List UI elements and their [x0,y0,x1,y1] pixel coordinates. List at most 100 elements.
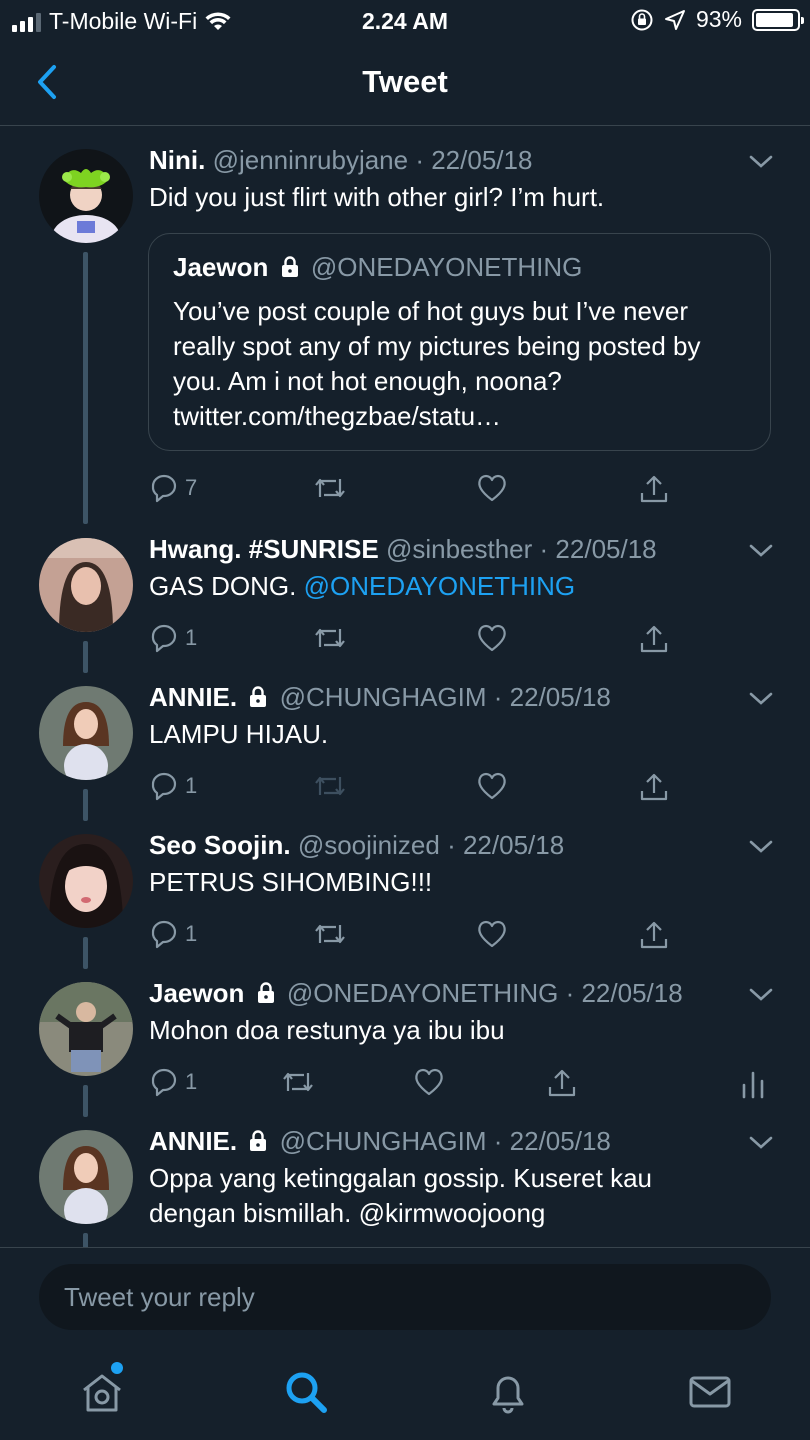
reply-button[interactable]: 7 [149,473,197,503]
quoted-tweet[interactable]: Jaewon @ONEDAYONETHING You’ve post coupl… [148,233,771,451]
chevron-down-icon[interactable] [748,154,774,170]
handle[interactable]: @CHUNGHAGIM [280,682,487,712]
reply-input[interactable] [39,1264,771,1330]
like-button[interactable] [413,1067,445,1097]
tweet-text: GAS DONG. @ONEDAYONETHING [149,569,770,604]
reply-count: 1 [185,625,198,650]
share-button[interactable] [546,1067,578,1099]
reply-button[interactable]: 1 [149,771,197,801]
display-name[interactable]: Nini. [149,145,205,175]
mail-icon [689,1376,731,1408]
handle[interactable]: @sinbesther [386,534,532,564]
thread-line [83,252,88,524]
reply-button[interactable]: 1 [149,919,197,949]
tab-home[interactable] [78,1362,126,1416]
chevron-down-icon[interactable] [748,1135,774,1151]
heart-icon [478,474,506,502]
tweet-item[interactable]: ANNIE. @CHUNGHAGIM · 22/05/18 Oppa yang … [0,1119,810,1247]
avatar[interactable] [39,982,133,1076]
avatar[interactable] [39,1130,133,1224]
battery-icon [752,8,804,31]
reply-bar [0,1247,810,1344]
reply-icon [151,624,177,653]
tweet-header: Seo Soojin. @soojinized · 22/05/18 [149,830,740,861]
reply-count: 1 [185,1069,198,1094]
tweet-item[interactable]: Hwang. #SUNRISE @sinbesther · 22/05/18 G… [0,527,810,675]
avatar[interactable] [39,686,133,780]
tweet-actions: 7 [149,473,769,509]
tweet-text: Mohon doa restunya ya ibu ibu [149,1015,505,1045]
display-name[interactable]: ANNIE. [149,1126,237,1156]
handle[interactable]: @ONEDAYONETHING [287,978,559,1008]
tweet-item[interactable]: Nini. @jenninrubyjane · 22/05/18 Did you… [0,127,810,527]
tab-notifications[interactable] [484,1368,532,1416]
share-icon [640,773,668,801]
status-bar: T-Mobile Wi-Fi 2.24 AM 93% [0,0,810,40]
tweet-thread[interactable]: Nini. @jenninrubyjane · 22/05/18 Did you… [0,127,810,1247]
tweet-header: Nini. @jenninrubyjane · 22/05/18 [149,145,740,176]
avatar[interactable] [39,538,133,632]
tweet-item[interactable]: Jaewon @ONEDAYONETHING · 22/05/18 Mohon … [0,971,810,1119]
retweet-button[interactable] [312,623,348,653]
search-icon [286,1372,327,1413]
analytics-button[interactable] [741,1067,765,1099]
retweet-button[interactable] [280,1067,316,1097]
reply-icon [151,474,177,503]
like-button[interactable] [476,771,508,801]
retweet-button[interactable] [312,473,348,503]
rotation-lock-icon [631,9,653,30]
like-button[interactable] [476,473,508,503]
lock-icon [250,686,267,707]
retweet-icon [315,478,345,498]
tab-messages[interactable] [686,1368,734,1416]
thread-line [83,937,88,969]
avatar[interactable] [39,834,133,928]
chevron-down-icon[interactable] [748,839,774,855]
like-button[interactable] [476,919,508,949]
analytics-icon [742,1071,764,1099]
handle[interactable]: @soojinized [298,830,440,860]
share-button[interactable] [638,623,670,655]
tweet-item[interactable]: Seo Soojin. @soojinized · 22/05/18 PETRU… [0,823,810,971]
retweet-icon [315,776,345,796]
display-name[interactable]: Hwang. #SUNRISE [149,534,379,564]
share-icon [640,625,668,653]
display-name[interactable]: Seo Soojin. [149,830,291,860]
tweet-actions: 1 [149,919,769,955]
handle[interactable]: @jenninrubyjane [213,145,409,175]
notification-dot [111,1362,123,1374]
share-button[interactable] [638,919,670,951]
chevron-down-icon[interactable] [748,691,774,707]
chevron-down-icon[interactable] [748,987,774,1003]
share-icon [548,1069,576,1097]
share-button[interactable] [638,473,670,505]
share-icon [640,921,668,949]
share-button[interactable] [638,771,670,803]
tweet-actions: 1 [149,623,769,659]
mention-link[interactable]: @ONEDAYONETHING [304,571,576,601]
heart-icon [478,624,506,652]
handle[interactable]: @CHUNGHAGIM [280,1126,487,1156]
reply-icon [151,920,177,949]
retweet-button-disabled [312,771,348,801]
reply-button[interactable]: 1 [149,623,197,653]
thread-line [83,1085,88,1117]
tab-search[interactable] [282,1368,330,1416]
reply-icon [151,1068,177,1097]
lock-icon [257,982,274,1003]
avatar[interactable] [39,149,133,243]
display-name[interactable]: Jaewon [149,978,244,1008]
tweet-actions: 1 [149,771,769,807]
reply-button[interactable]: 1 [149,1067,197,1097]
tweet-header: ANNIE. @CHUNGHAGIM · 22/05/18 [149,682,740,713]
tweet-item[interactable]: ANNIE. @CHUNGHAGIM · 22/05/18 LAMPU HIJA… [0,675,810,823]
retweet-icon [315,628,345,648]
nav-header: Tweet [0,40,810,126]
chevron-down-icon[interactable] [748,543,774,559]
retweet-button[interactable] [312,919,348,949]
thread-line [83,789,88,821]
like-button[interactable] [476,623,508,653]
location-icon [664,9,685,30]
display-name[interactable]: ANNIE. [149,682,237,712]
quoted-text: You’ve post couple of hot guys but I’ve … [173,296,701,431]
